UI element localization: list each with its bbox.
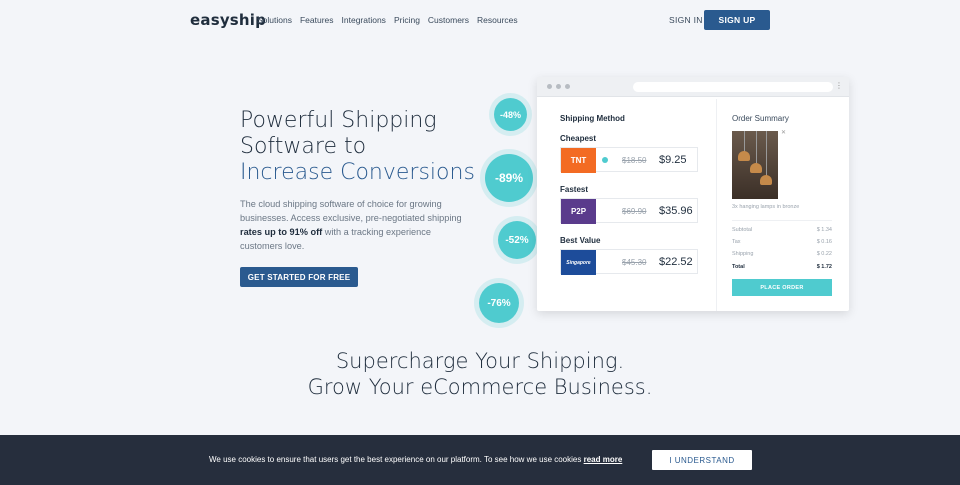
tnt-logo-icon: TNT	[561, 148, 596, 173]
summary-value: $ 0.22	[816, 251, 832, 257]
nav-link-solutions[interactable]: Solutions	[257, 15, 292, 25]
total-value: $ 1.72	[816, 264, 832, 270]
summary-row-tax: Tax $ 0.16	[732, 239, 832, 245]
summary-row-total: Total $ 1.72	[732, 264, 832, 270]
cookie-banner: We use cookies to ensure that users get …	[0, 435, 960, 485]
remove-item-icon[interactable]: ✕	[781, 129, 786, 136]
hero-desc-part1: The cloud shipping software of choice fo…	[240, 199, 462, 223]
option-label-best-value: Best Value	[560, 236, 601, 245]
top-nav: easyship Solutions Features Integrations…	[0, 0, 960, 40]
singapore-post-logo-icon: Singapore	[561, 250, 596, 275]
hero-title-line2: Software to	[240, 134, 367, 159]
divider	[732, 220, 832, 221]
order-summary-title: Order Summary	[732, 114, 789, 123]
hero-desc-bold: rates up to 91% off	[240, 227, 323, 237]
summary-value: $ 1.34	[816, 227, 832, 233]
summary-label: Shipping	[732, 251, 754, 257]
i-understand-button[interactable]: I UNDERSTAND	[652, 450, 752, 470]
supercharge-heading: Supercharge Your Shipping. Grow Your eCo…	[0, 348, 960, 400]
shipping-option-fastest[interactable]: P2P $69.90 $35.96	[560, 198, 698, 224]
summary-row-shipping: Shipping $ 0.22	[732, 251, 832, 257]
supercharge-line2: Grow Your eCommerce Business.	[307, 375, 653, 399]
lamp-product-image	[732, 131, 778, 199]
nav-links: Solutions Features Integrations Pricing …	[257, 15, 518, 25]
discount-bubble: -52%	[498, 221, 536, 259]
lamp-icon	[750, 163, 762, 173]
sign-in-link[interactable]: SIGN IN	[669, 15, 703, 25]
option-label-cheapest: Cheapest	[560, 134, 597, 143]
new-price: $22.52	[659, 256, 693, 268]
old-price: $18.50	[622, 156, 647, 165]
nav-link-features[interactable]: Features	[300, 15, 334, 25]
lamp-cord	[766, 131, 767, 177]
summary-value: $ 0.16	[816, 239, 832, 245]
discount-bubble: -89%	[485, 154, 533, 202]
nav-link-integrations[interactable]: Integrations	[342, 15, 386, 25]
summary-label: Subtotal	[732, 227, 753, 233]
lamp-cord	[744, 131, 745, 153]
shipping-method-title: Shipping Method	[560, 114, 625, 123]
old-price: $69.90	[622, 207, 647, 216]
new-price: $35.96	[659, 205, 693, 217]
new-price: $9.25	[659, 154, 687, 166]
sign-up-button[interactable]: SIGN UP	[704, 10, 770, 30]
window-dot-icon	[565, 84, 570, 89]
window-dot-icon	[556, 84, 561, 89]
nav-link-resources[interactable]: Resources	[477, 15, 518, 25]
summary-label: Tax	[732, 239, 741, 245]
url-bar	[633, 82, 833, 92]
discount-bubble: -48%	[494, 98, 527, 131]
nav-link-pricing[interactable]: Pricing	[394, 15, 420, 25]
cookie-text: We use cookies to ensure that users get …	[209, 455, 622, 464]
discount-bubble: -76%	[479, 283, 519, 323]
easyship-logo[interactable]: easyship	[190, 11, 266, 29]
old-price: $45.30	[622, 258, 647, 267]
supercharge-line1: Supercharge Your Shipping.	[335, 349, 625, 373]
hero-description: The cloud shipping software of choice fo…	[240, 197, 472, 253]
order-summary-panel: Order Summary ✕ 3x hanging lamps in bron…	[716, 99, 849, 311]
p2p-logo-icon: P2P	[561, 199, 596, 224]
hero-title-line3: Increase Conversions	[240, 160, 475, 185]
lamp-icon	[760, 175, 772, 185]
option-label-fastest: Fastest	[560, 185, 589, 194]
total-label: Total	[732, 264, 745, 270]
selected-radio-icon	[602, 157, 608, 163]
product-name: 3x hanging lamps in bronze	[732, 204, 800, 210]
summary-row-subtotal: Subtotal $ 1.34	[732, 227, 832, 233]
nav-link-customers[interactable]: Customers	[428, 15, 469, 25]
more-menu-icon: ⋮	[835, 81, 843, 90]
browser-bar: ⋮	[537, 77, 849, 97]
get-started-button[interactable]: GET STARTED FOR FREE	[240, 267, 358, 287]
hero-title-line1: Powerful Shipping	[240, 108, 437, 133]
cookie-message: We use cookies to ensure that users get …	[209, 455, 584, 464]
place-order-button[interactable]: PLACE ORDER	[732, 279, 832, 296]
shipping-option-cheapest[interactable]: TNT $18.50 $9.25	[560, 147, 698, 173]
lamp-cord	[756, 131, 757, 165]
hero-title: Powerful Shipping Software to Increase C…	[240, 108, 500, 186]
read-more-link[interactable]: read more	[584, 455, 623, 464]
window-dot-icon	[547, 84, 552, 89]
checkout-mockup: ⋮ Shipping Method Cheapest TNT $18.50 $9…	[537, 77, 849, 311]
shipping-option-best-value[interactable]: Singapore $45.30 $22.52	[560, 249, 698, 275]
lamp-icon	[738, 151, 750, 161]
